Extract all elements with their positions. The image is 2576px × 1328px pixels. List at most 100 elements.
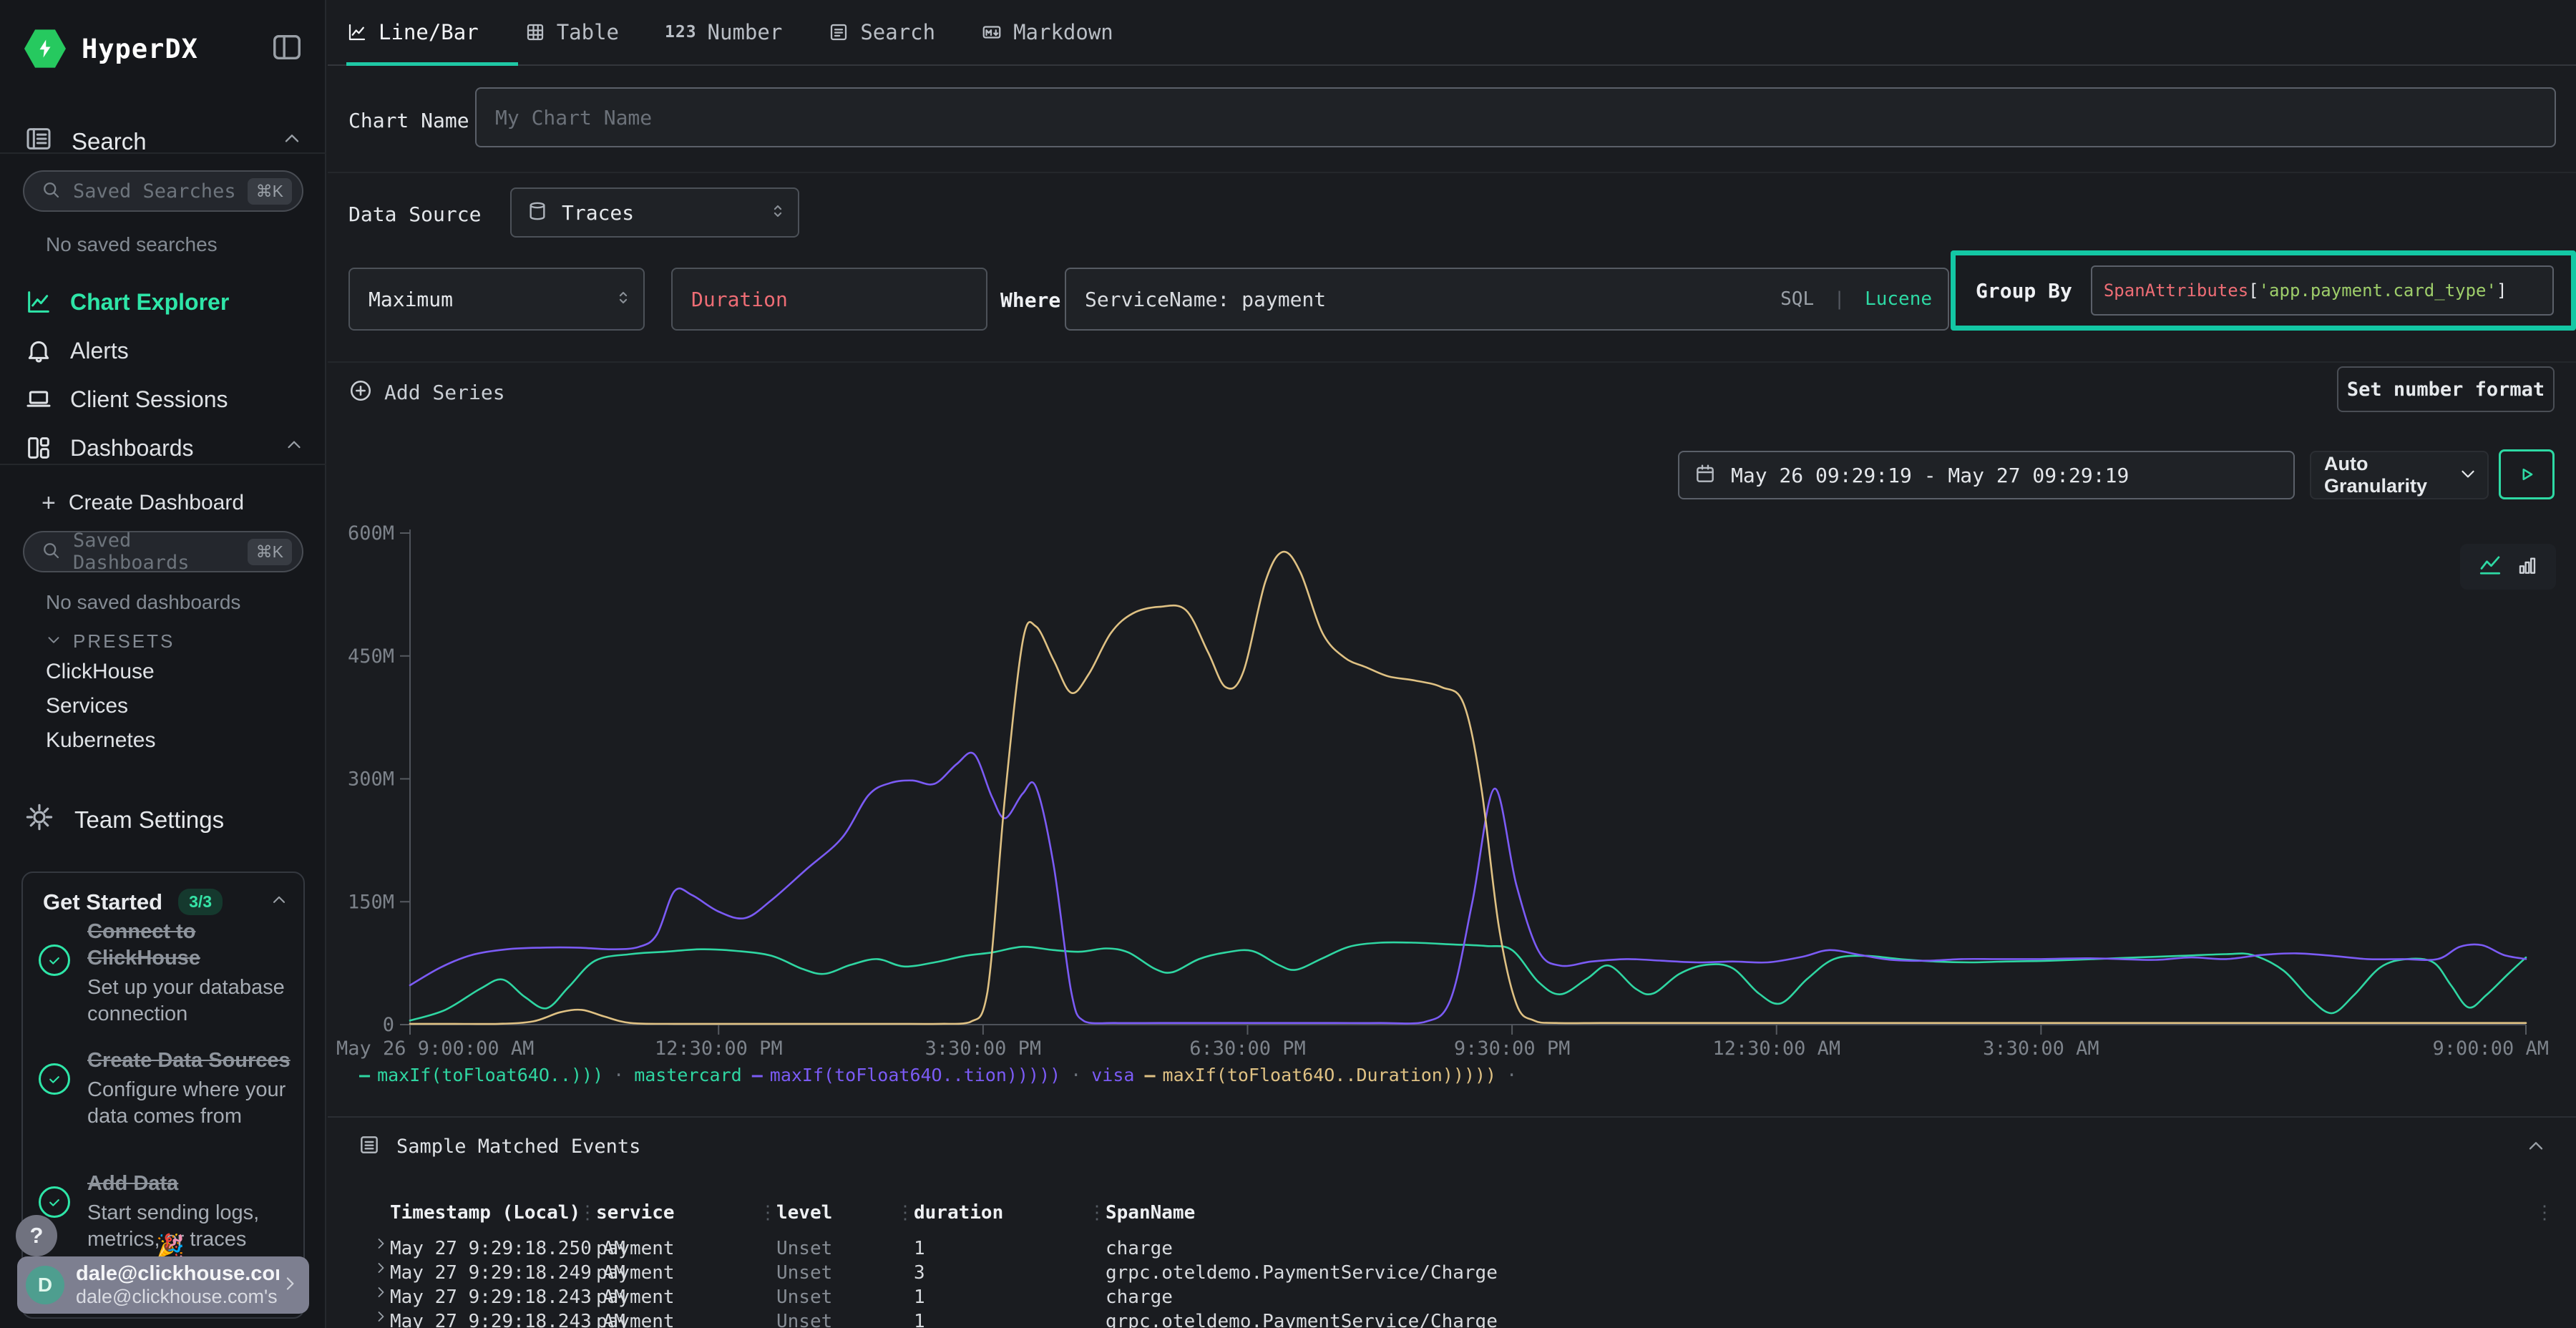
column-header-timestamp-local-[interactable]: Timestamp (Local)	[390, 1202, 580, 1224]
sample-events-panel: Sample Matched Events Timestamp (Local)⋮…	[328, 1116, 2576, 1328]
column-header-spanname[interactable]: SpanName	[1106, 1202, 1195, 1224]
x-tick-label: 12:30:00 AM	[1712, 1038, 1840, 1060]
app-root: HyperDX Search Saved Searches ⌘K No save…	[0, 0, 2576, 1328]
check-icon	[44, 1192, 64, 1212]
column-drag-handle[interactable]: ⋮	[578, 1202, 597, 1224]
x-tick-label: May 26 9:00:00 AM	[336, 1038, 534, 1060]
query-language-toggle[interactable]: SQL | Lucene	[1780, 288, 1932, 310]
sidebar-item-client-sessions[interactable]: Client Sessions	[0, 378, 326, 421]
table-options-icon[interactable]: ⋮	[2535, 1202, 2554, 1224]
shortcut-badge: ⌘K	[248, 178, 292, 205]
field-select[interactable]: Duration	[671, 268, 987, 331]
aggregation-select[interactable]: Maximum	[348, 268, 645, 331]
tab-search[interactable]: Search	[828, 20, 935, 44]
table-row[interactable]: May 27 9:29:18.249 AMpaymentUnset3grpc.o…	[328, 1261, 2576, 1285]
column-header-duration[interactable]: duration	[914, 1202, 1003, 1224]
saved-searches-placeholder: Saved Searches	[73, 180, 236, 202]
laptop-icon	[24, 385, 53, 414]
column-drag-handle[interactable]: ⋮	[758, 1202, 777, 1224]
timeseries-chart[interactable]: 0150M300M450M600MMay 26 9:00:00 AM12:30:…	[328, 501, 2576, 1066]
legend-label[interactable]: visa	[1091, 1065, 1134, 1085]
tab-table[interactable]: Table	[525, 20, 619, 44]
saved-dashboards-input[interactable]: Saved Dashboards ⌘K	[23, 531, 303, 572]
get-started-item[interactable]: Create Data SourcesConfigure where your …	[39, 1048, 293, 1130]
chart-line-icon	[24, 288, 53, 316]
date-range-picker[interactable]: May 26 09:29:19 - May 27 09:29:19	[1678, 451, 2295, 499]
get-started-header[interactable]: Get Started 3/3	[43, 889, 289, 915]
y-tick-label: 600M	[348, 522, 394, 545]
user-email: dale@clickhouse.com	[76, 1262, 279, 1286]
table-row[interactable]: May 27 9:29:18.243 AMpaymentUnset1grpc.o…	[328, 1309, 2576, 1328]
check-icon	[44, 1069, 64, 1089]
presets-toggle[interactable]: PRESETS	[44, 627, 175, 655]
chevron-up-icon[interactable]	[2524, 1135, 2547, 1158]
add-series-button[interactable]: Add Series	[348, 375, 505, 409]
legend-label[interactable]: maxIf(toFloat64O..Duration)))))	[1163, 1065, 1497, 1085]
sidebar-item-chart-explorer[interactable]: Chart Explorer	[0, 280, 326, 323]
preset-services[interactable]: Services	[46, 694, 128, 718]
date-range-value: May 26 09:29:19 - May 27 09:29:19	[1731, 464, 2129, 487]
tab-line-bar[interactable]: Line/Bar	[346, 20, 479, 44]
preset-kubernetes[interactable]: Kubernetes	[46, 728, 155, 753]
saved-dashboards-placeholder: Saved Dashboards	[73, 529, 248, 574]
lucene-toggle[interactable]: Lucene	[1865, 288, 1932, 310]
group-by-input[interactable]: SpanAttributes['app.payment.card_type']	[2091, 265, 2554, 316]
legend-label[interactable]: mastercard	[634, 1065, 742, 1085]
run-query-button[interactable]	[2499, 449, 2555, 499]
sidebar-collapse-button[interactable]	[270, 31, 303, 67]
chevron-right-icon	[372, 1235, 389, 1252]
column-header-service[interactable]: service	[596, 1202, 675, 1224]
user-menu[interactable]: D dale@clickhouse.com dale@clickhouse.co…	[17, 1256, 309, 1314]
expand-row-icon[interactable]	[372, 1259, 389, 1281]
divider	[0, 152, 326, 154]
column-header-level[interactable]: level	[776, 1202, 832, 1224]
chart-name-input[interactable]	[477, 106, 2555, 130]
number-123-icon: 123	[665, 23, 697, 42]
create-dashboard-button[interactable]: + Create Dashboard	[42, 485, 244, 521]
legend-separator: ·	[1506, 1065, 1517, 1085]
data-source-value: Traces	[562, 201, 634, 225]
legend-label[interactable]: maxIf(toFloat64O..tion)))))	[770, 1065, 1060, 1085]
sql-toggle[interactable]: SQL	[1780, 288, 1814, 310]
collapse-panel-chevron[interactable]	[2524, 1135, 2547, 1161]
sample-events-header[interactable]: Sample Matched Events	[358, 1131, 640, 1162]
expand-row-icon[interactable]	[372, 1284, 389, 1306]
sidebar-item-search[interactable]: Search	[24, 120, 303, 163]
help-button[interactable]: ?	[16, 1215, 57, 1256]
tab-markdown[interactable]: Markdown	[981, 20, 1113, 44]
main-content: Line/BarTable123NumberSearchMarkdown Cha…	[328, 0, 2576, 1328]
data-source-select[interactable]: Traces	[510, 187, 799, 238]
get-started-item[interactable]: Connect to ClickHouseSet up your databas…	[39, 919, 293, 1027]
chevron-down-icon	[44, 630, 63, 649]
chevron-right-icon	[372, 1259, 389, 1276]
where-field[interactable]: ServiceName: payment SQL | Lucene	[1065, 268, 1949, 331]
chevron-up-icon[interactable]	[280, 127, 303, 156]
x-tick-label: 3:30:00 AM	[1983, 1038, 2099, 1060]
legend-label[interactable]: maxIf(toFloat64O..)))	[377, 1065, 603, 1085]
column-drag-handle[interactable]: ⋮	[896, 1202, 914, 1224]
tab-number[interactable]: 123Number	[665, 20, 782, 44]
expand-row-icon[interactable]	[372, 1235, 389, 1257]
chevron-up-icon[interactable]	[280, 127, 303, 150]
sidebar-item-team-settings[interactable]: Team Settings	[24, 799, 303, 841]
table-row[interactable]: May 27 9:29:18.250 AMpaymentUnset1charge	[328, 1236, 2576, 1261]
column-drag-handle[interactable]: ⋮	[1088, 1202, 1106, 1224]
collapse-panel-icon[interactable]	[270, 31, 303, 64]
line-bar-icon	[346, 21, 368, 43]
table-row[interactable]: May 27 9:29:18.243 AMpaymentUnset1charge	[328, 1285, 2576, 1309]
list-icon	[358, 1133, 381, 1156]
hyperdx-logo-icon	[24, 28, 66, 69]
chevron-up-icon	[269, 890, 289, 910]
granularity-select[interactable]: Auto Granularity	[2310, 451, 2489, 499]
sidebar-item-dashboards[interactable]: Dashboards	[0, 426, 326, 469]
sidebar-item-alerts[interactable]: Alerts	[0, 329, 326, 372]
expand-row-icon[interactable]	[372, 1308, 389, 1328]
search-icon	[40, 179, 62, 200]
select-chevrons-icon	[613, 288, 633, 308]
saved-searches-input[interactable]: Saved Searches ⌘K	[23, 170, 303, 212]
legend-separator: ·	[613, 1065, 624, 1085]
chevron-up-icon	[283, 434, 305, 456]
set-number-format-button[interactable]: Set number format	[2337, 366, 2555, 412]
plus-icon: +	[42, 489, 56, 517]
preset-clickhouse[interactable]: ClickHouse	[46, 660, 155, 684]
